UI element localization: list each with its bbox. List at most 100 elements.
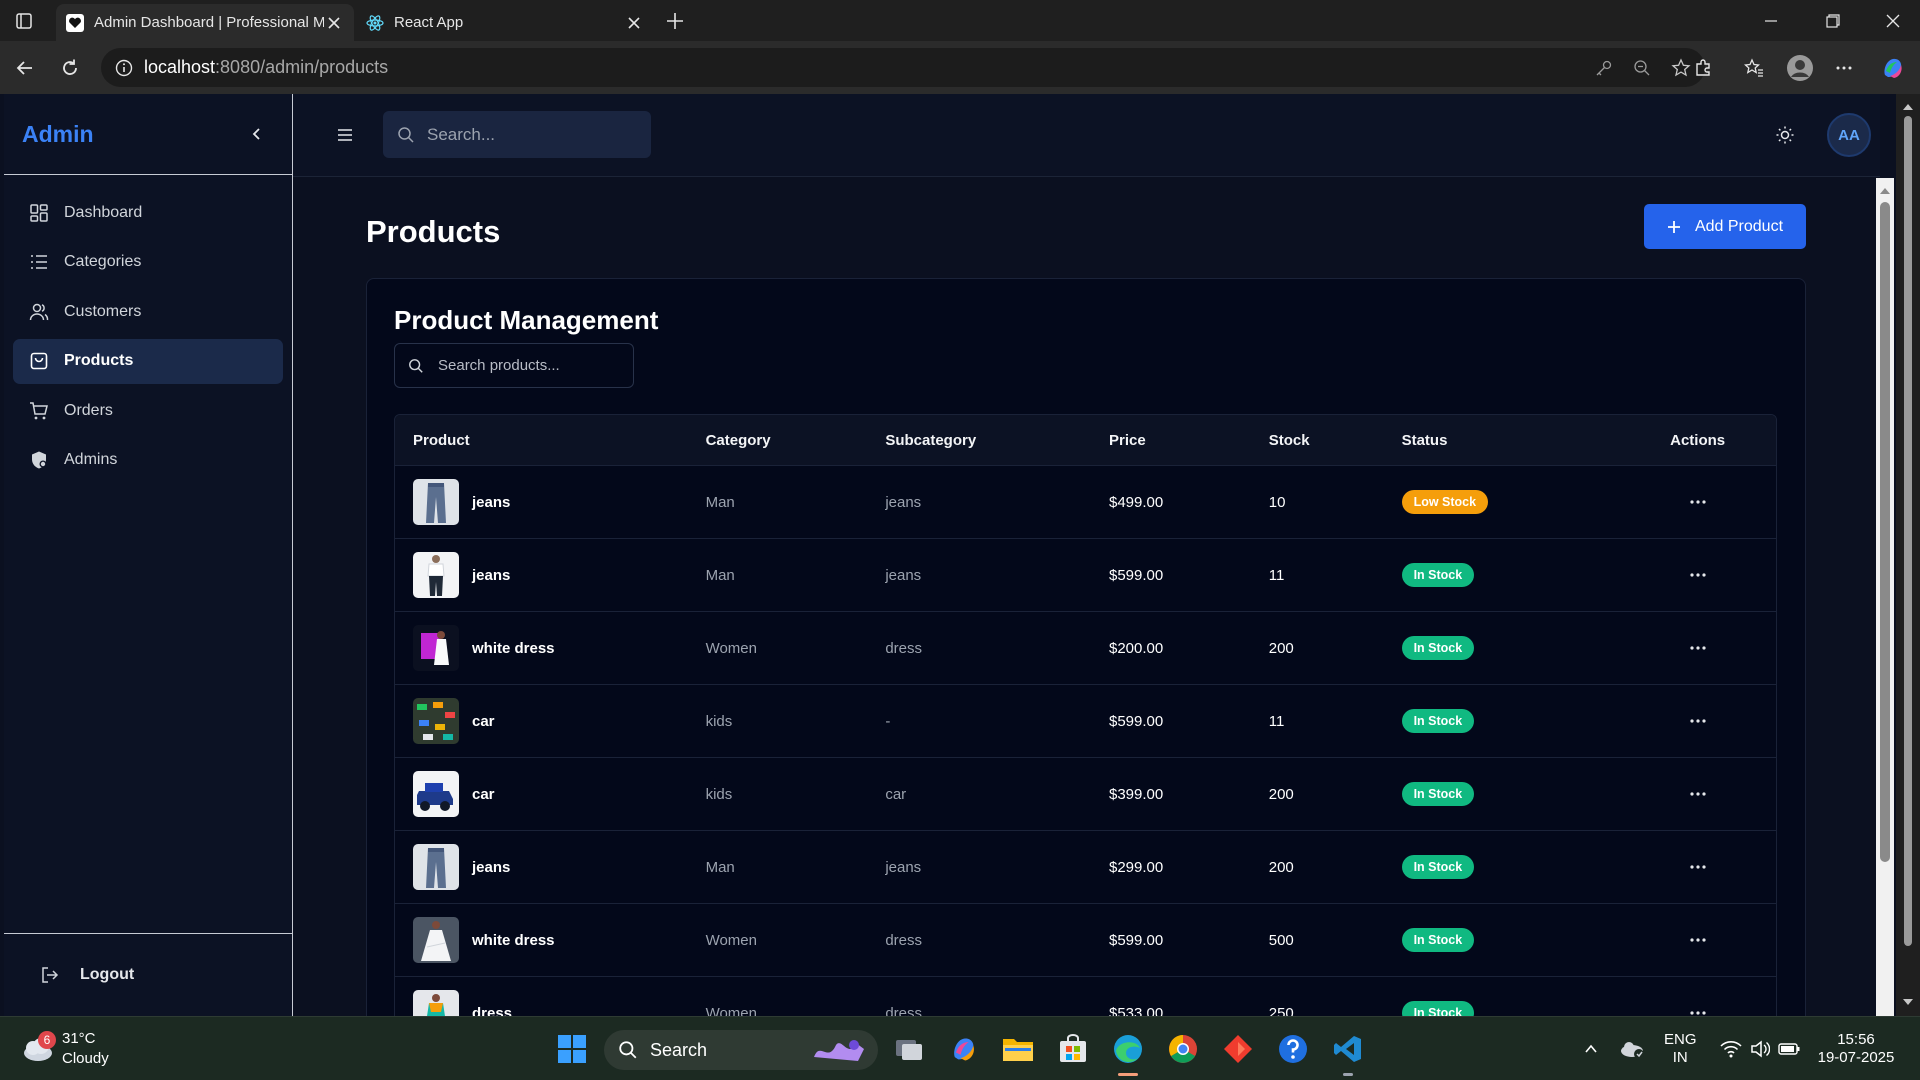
tab-close-icon[interactable] [624, 13, 644, 33]
arrow-left-icon [16, 61, 32, 75]
tab-actions-button[interactable] [0, 0, 48, 41]
product-search-input[interactable] [438, 357, 618, 374]
show-hidden-icons-button[interactable] [1573, 1031, 1609, 1067]
status-badge: In Stock [1401, 563, 1475, 587]
column-header-stock[interactable]: Stock [1269, 432, 1402, 449]
product-name[interactable]: car [472, 786, 495, 803]
profile-button[interactable] [1783, 51, 1817, 85]
table-row[interactable]: car kids car $399.00 200 In Stock [395, 758, 1776, 831]
minimize-button[interactable] [1744, 0, 1798, 41]
sidebar-item-admins[interactable]: Admins [13, 438, 283, 483]
cell-product: jeans [395, 844, 706, 890]
reload-button[interactable] [53, 51, 87, 85]
table-row[interactable]: jeans Man jeans $599.00 11 In Stock [395, 539, 1776, 612]
tab-close-icon[interactable] [324, 13, 344, 33]
row-actions-button[interactable] [1683, 633, 1713, 663]
copilot-button[interactable] [1876, 51, 1910, 85]
app-red-diamond-button[interactable] [1220, 1031, 1256, 1067]
product-name[interactable]: white dress [472, 932, 555, 949]
zoom-out-icon[interactable] [1633, 59, 1651, 77]
url-bar[interactable]: localhost:8080/admin/products [101, 48, 1705, 87]
tab-react-app[interactable]: React App [356, 4, 654, 41]
row-actions-button[interactable] [1683, 852, 1713, 882]
shield-user-icon [28, 449, 50, 471]
logout-button[interactable]: Logout [4, 933, 293, 1016]
product-name[interactable]: dress [472, 1005, 512, 1017]
new-tab-button[interactable] [655, 0, 695, 41]
cell-actions [1619, 706, 1776, 736]
status-badge: In Stock [1401, 928, 1475, 952]
add-product-button[interactable]: Add Product [1644, 204, 1806, 249]
settings-more-button[interactable] [1827, 51, 1861, 85]
onedrive-status-button[interactable] [1614, 1031, 1650, 1067]
cell-status: In Stock [1401, 782, 1620, 806]
copilot-taskbar-button[interactable] [946, 1031, 982, 1067]
edge-taskbar-button[interactable] [1110, 1031, 1146, 1076]
row-actions-button[interactable] [1683, 560, 1713, 590]
system-tray-status[interactable] [1715, 1031, 1805, 1067]
chrome-button[interactable] [1165, 1031, 1201, 1067]
sidebar-item-categories[interactable]: Categories [13, 240, 283, 285]
cell-stock: 10 [1268, 493, 1286, 511]
product-name[interactable]: jeans [472, 859, 510, 876]
product-thumbnail [413, 698, 459, 744]
column-header-status[interactable]: Status [1402, 432, 1620, 449]
product-name[interactable]: jeans [472, 567, 510, 584]
site-info-icon[interactable] [115, 59, 133, 77]
table-row[interactable]: white dress Women dress $200.00 200 In Stock [395, 612, 1776, 685]
product-name[interactable]: jeans [472, 494, 510, 511]
user-avatar[interactable]: AA [1827, 113, 1871, 157]
row-actions-button[interactable] [1683, 925, 1713, 955]
table-row[interactable]: car kids - $599.00 11 In Stock [395, 685, 1776, 758]
table-row[interactable]: dress Women dress $533.00 250 In Stock [395, 977, 1776, 1016]
clock[interactable]: 15:56 19-07-2025 [1814, 1031, 1898, 1067]
task-view-button[interactable] [891, 1031, 927, 1067]
sidebar-item-orders[interactable]: Orders [13, 388, 283, 433]
column-header-product[interactable]: Product [395, 432, 706, 449]
windows-logo-icon [558, 1035, 586, 1063]
brand-logo[interactable]: Admin [22, 121, 94, 148]
help-button[interactable] [1275, 1031, 1311, 1067]
column-header-subcategory[interactable]: Subcategory [885, 432, 1109, 449]
content-scrollbar[interactable] [1876, 178, 1894, 1016]
cell-stock: 200 [1268, 858, 1294, 876]
store-button[interactable] [1055, 1031, 1091, 1067]
taskbar-search[interactable]: Search [604, 1030, 878, 1070]
weather-widget[interactable]: 6 31°C Cloudy [20, 1029, 109, 1069]
extensions-button[interactable] [1686, 51, 1720, 85]
global-search-input[interactable] [427, 124, 627, 145]
language-indicator[interactable]: ENG IN [1664, 1031, 1697, 1067]
cell-subcategory: jeans [885, 493, 922, 511]
column-header-category[interactable]: Category [706, 432, 886, 449]
table-row[interactable]: white dress Women dress $599.00 500 In Stock [395, 904, 1776, 977]
sidebar-item-products[interactable]: Products [13, 338, 283, 384]
plus-icon [667, 12, 683, 29]
start-button[interactable] [554, 1031, 590, 1067]
table-row[interactable]: jeans Man jeans $299.00 200 In Stock [395, 831, 1776, 904]
collapse-sidebar-button[interactable] [250, 127, 264, 141]
sidebar-item-label: Admins [64, 451, 118, 468]
logout-label: Logout [80, 966, 135, 983]
row-actions-button[interactable] [1683, 998, 1713, 1016]
row-actions-button[interactable] [1683, 779, 1713, 809]
favorites-button[interactable] [1737, 51, 1771, 85]
back-button[interactable] [8, 51, 42, 85]
restore-button[interactable] [1806, 0, 1860, 41]
sidebar-item-dashboard[interactable]: Dashboard [13, 190, 283, 235]
close-window-button[interactable] [1866, 0, 1920, 41]
vscode-button[interactable] [1330, 1031, 1366, 1076]
sidebar-item-customers[interactable]: Customers [13, 289, 283, 334]
password-key-icon[interactable] [1595, 59, 1613, 77]
product-name[interactable]: white dress [472, 640, 555, 657]
menu-toggle-button[interactable] [333, 123, 357, 147]
column-header-price[interactable]: Price [1109, 432, 1269, 449]
page-scrollbar[interactable] [1896, 94, 1920, 1016]
theme-toggle-button[interactable] [1774, 124, 1796, 146]
file-explorer-button[interactable] [1000, 1031, 1036, 1067]
tab-admin-dashboard[interactable]: Admin Dashboard | Professional M [56, 4, 354, 41]
heart-favicon-icon [66, 13, 84, 32]
row-actions-button[interactable] [1683, 706, 1713, 736]
product-name[interactable]: car [472, 713, 495, 730]
row-actions-button[interactable] [1683, 487, 1713, 517]
table-row[interactable]: jeans Man jeans $499.00 10 Low Stock [395, 466, 1776, 539]
